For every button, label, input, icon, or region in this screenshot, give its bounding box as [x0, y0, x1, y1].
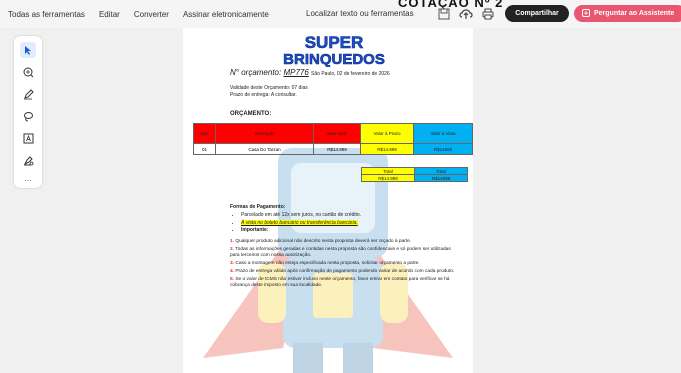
header-cash-value: Valor à Vista	[413, 123, 473, 144]
row-qty: 01	[193, 143, 216, 155]
total-installment-value: R$14.999	[361, 174, 415, 182]
print-icon[interactable]	[481, 7, 495, 21]
svg-text:BRINQUEDOS: BRINQUEDOS	[283, 51, 385, 67]
header-qty: Qtd.	[193, 123, 216, 144]
row-description: Casa Do Tarzan	[215, 143, 314, 155]
upload-cloud-icon[interactable]	[459, 7, 473, 21]
svg-text:SUPER: SUPER	[305, 33, 364, 52]
quote-table-header: Qtd. Descrição Valor Unit. Valor à Prazo…	[193, 123, 473, 144]
payment-title: Formas de Pagamento:	[230, 204, 286, 210]
list-item: 1. Qualquer produto adicional não descri…	[230, 239, 412, 244]
share-button[interactable]: Compartilhar	[505, 5, 569, 22]
list-item: 2. Todas as informações geradas e contid…	[230, 247, 451, 258]
menu-edit[interactable]: Editar	[99, 10, 120, 19]
table-row: 01 Casa Do Tarzan R$14.999 R$14.999 R$14…	[193, 143, 473, 155]
quote-number-value: MP776	[283, 68, 309, 77]
total-header-installment: Total	[361, 167, 415, 175]
list-item: Importante:	[241, 227, 361, 233]
payment-list: Parcelado em até 12x sem juros, no cartã…	[241, 212, 361, 235]
super-brinquedos-logo: SUPER BRINQUEDOS	[283, 33, 385, 67]
header-unit-value: Valor Unit.	[313, 123, 361, 144]
save-icon[interactable]	[437, 7, 451, 21]
top-toolbar: Todas as ferramentas Editar Converter As…	[0, 0, 681, 28]
document-page: SUPER BRINQUEDOS N° orçamento: MP776 São…	[183, 28, 473, 373]
totals-table: Total Total R$14.999 R$14699	[361, 167, 468, 182]
main-menu: Todas as ferramentas Editar Converter As…	[0, 10, 269, 19]
header-description: Descrição	[215, 123, 314, 144]
vertical-scrollbar[interactable]	[675, 28, 681, 373]
menu-all-tools[interactable]: Todas as ferramentas	[8, 10, 85, 19]
total-cash-value: R$14699	[414, 174, 468, 182]
ai-assistant-label: Perguntar ao Assistente	[594, 10, 675, 17]
stamp-icon[interactable]	[20, 152, 36, 168]
list-item: 4. Prazo de entrega válido após confirma…	[230, 269, 455, 274]
validity-text: Validade deste Orçamento: 07 dias	[230, 85, 308, 91]
list-item: 3. Caso a montagem não esteja especifica…	[230, 261, 420, 266]
text-box-icon[interactable]	[20, 130, 36, 146]
list-item: À vista no boleto bancário ou transferên…	[241, 219, 361, 226]
list-item: Parcelado em até 12x sem juros, no cartã…	[241, 212, 361, 218]
total-header-cash: Total	[414, 167, 468, 175]
quote-number-label: N° orçamento:	[230, 68, 282, 77]
quote-number-line: N° orçamento: MP776 São Paulo, 02 de fev…	[230, 68, 390, 77]
quote-table: Qtd. Descrição Valor Unit. Valor à Prazo…	[193, 123, 473, 155]
row-cash-value: R$14699	[413, 143, 473, 155]
menu-convert[interactable]: Converter	[134, 10, 169, 19]
important-notes: 1. Qualquer produto adicional não descri…	[230, 239, 458, 291]
header-installment-value: Valor à Prazo	[360, 123, 414, 144]
menu-sign[interactable]: Assinar eletronicamente	[183, 10, 269, 19]
pen-icon[interactable]	[20, 86, 36, 102]
quote-date: São Paulo, 02 de fevereiro de 2026	[311, 71, 390, 77]
lasso-icon[interactable]	[20, 108, 36, 124]
delivery-text: Prazo de entrega: A consultar.	[230, 92, 297, 98]
ai-assistant-icon	[582, 8, 590, 19]
row-installment-value: R$14.999	[360, 143, 414, 155]
search-tools-input[interactable]: Localizar texto ou ferramentas	[306, 9, 414, 18]
more-icon[interactable]: ···	[20, 172, 36, 188]
ai-assistant-button[interactable]: Perguntar ao Assistente	[574, 5, 681, 22]
comment-icon[interactable]	[20, 64, 36, 80]
cursor-icon[interactable]	[20, 42, 36, 58]
list-item: 5. Se o valor de ICMS não estiver inclus…	[230, 277, 450, 288]
quote-section-title: ORÇAMENTO:	[230, 111, 272, 117]
row-unit-value: R$14.999	[313, 143, 361, 155]
quick-tools-panel: ···	[14, 36, 42, 188]
payment-cash-highlight: À vista no boleto bancário ou transferên…	[241, 219, 358, 226]
